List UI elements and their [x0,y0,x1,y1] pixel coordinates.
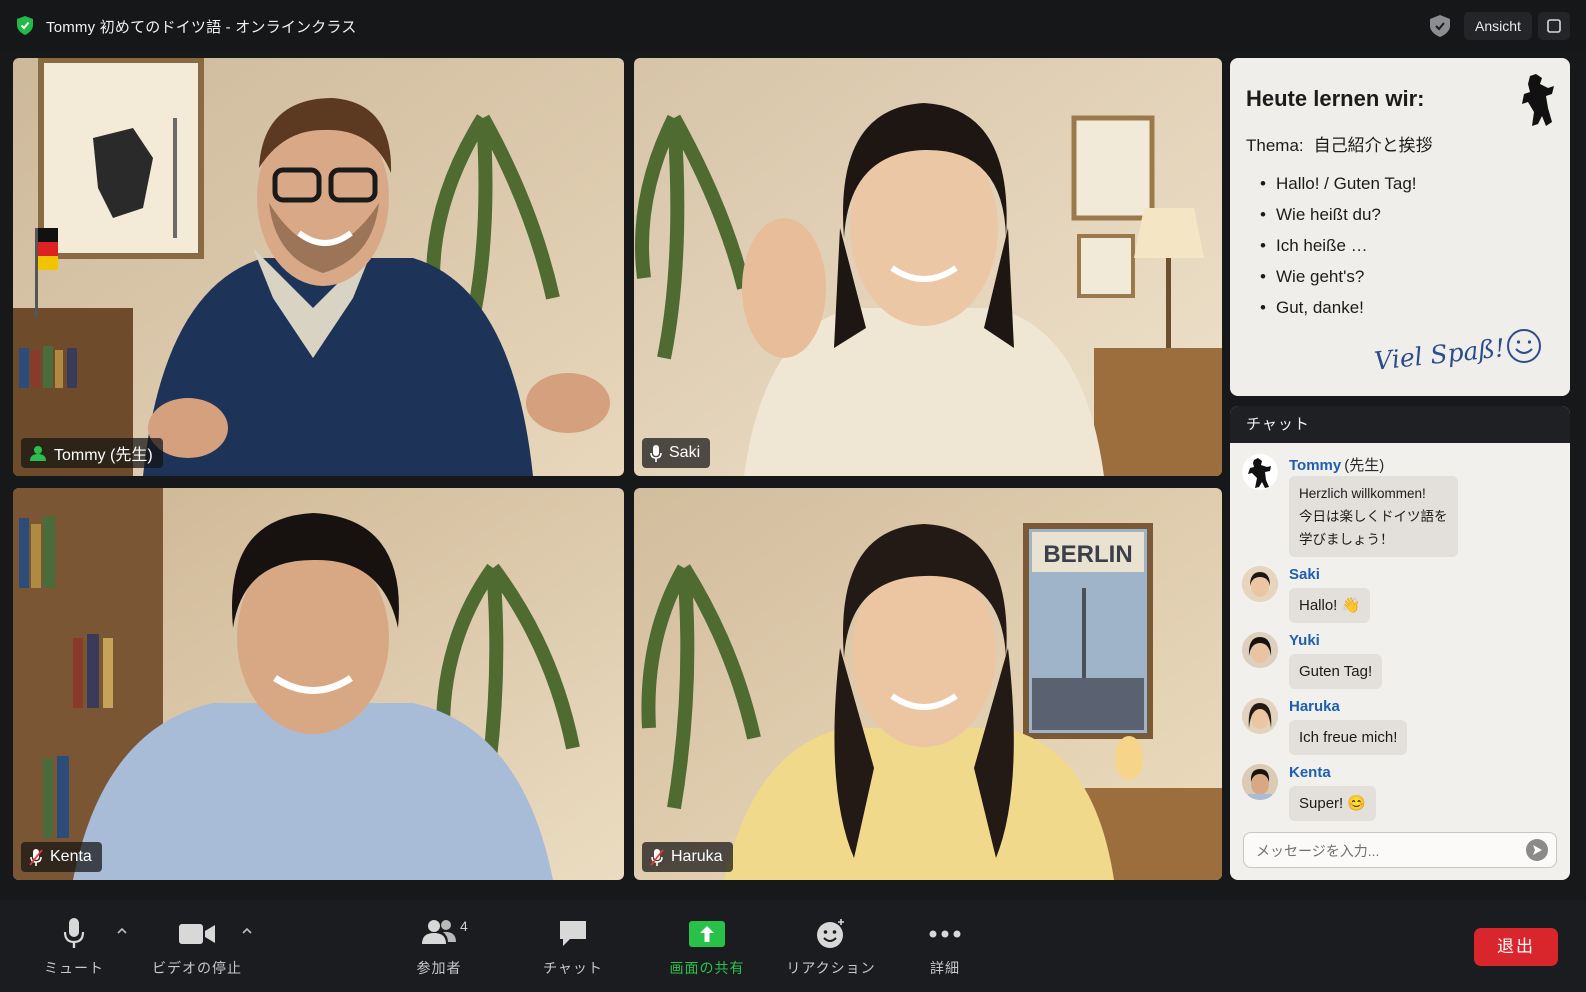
fullscreen-icon [1547,19,1561,33]
sender-name: Tommy [1289,457,1342,474]
phrase-item: Wie heißt du? [1246,199,1417,230]
smiley-icon [1507,329,1541,363]
participant-name: Haruka [671,848,723,865]
participants-icon [422,920,456,944]
participant-name-tag: Saki [642,438,711,468]
participant-count: 4 [460,918,468,934]
chat-button[interactable]: チャット [518,910,628,986]
chat-message-input[interactable] [1254,839,1520,863]
participant-name-tag: Tommy (先生) [21,438,163,468]
title-bar: Tommy 初めてのドイツ語 - オンラインクラス Ansicht [0,0,1586,52]
microphone-icon [650,444,662,462]
lesson-card: Heute lernen wir: Thema: 自己紹介と挨拶 Hallo! /… [1230,58,1570,396]
video-feed-saki [634,58,1222,476]
sender-role: (先生) [1344,457,1385,474]
lesson-heading: Heute lernen wir: [1246,86,1425,111]
video-tile-haruka[interactable]: BERLIN Haruka [634,488,1222,880]
chat-bubble-icon [560,921,586,946]
participant-name-tag: Kenta [21,842,102,872]
message-bubble: Hallo! 👋 [1289,588,1371,623]
kenta-avatar [1242,764,1278,800]
kenta-avatar-image [1242,764,1278,800]
sign-off-text: Viel Spaß! [1372,333,1507,376]
chevron-up-icon[interactable] [240,924,254,938]
microphone-muted-icon [29,848,43,866]
lesson-topic: Thema: 自己紹介と挨拶 [1246,131,1433,156]
message-sender: Haruka [1289,698,1340,715]
host-person-icon [30,446,46,461]
share-screen-arrow-icon [689,921,725,947]
stop-video-button[interactable]: ビデオの停止 [142,910,252,986]
chat-label: チャット [543,960,603,976]
microphone-muted-icon [650,848,664,866]
chat-input-wrapper [1243,832,1557,868]
saki-avatar [1242,566,1278,602]
message-bubble: Super! 😊 [1289,786,1377,821]
stop-video-label: ビデオの停止 [152,960,242,976]
video-tile-saki[interactable]: Saki [634,58,1222,476]
security-shield-icon [17,16,33,35]
share-screen-label: 画面の共有 [669,960,745,976]
shield-icon[interactable] [1430,15,1450,37]
reactions-label: リアクション [786,960,876,976]
leave-meeting-button[interactable]: 退出 [1474,928,1558,966]
more-button[interactable]: 詳細 [890,910,1000,986]
participant-name: Tommy (先生) [54,447,153,464]
video-feed-haruka: BERLIN [634,488,1222,880]
poster-berlin-text: BERLIN [1043,541,1132,568]
more-label: 詳細 [930,960,960,976]
mute-label: ミュート [44,960,104,976]
video-feed-kenta [13,488,624,880]
chat-header: チャット [1230,406,1570,443]
reaction-smiley-icon [817,919,844,948]
chat-panel: チャット Tommy (先生) Herzlich willkommen! 今日は楽… [1230,406,1570,880]
send-button[interactable] [1526,839,1548,861]
share-screen-button[interactable]: 画面の共有 [652,910,762,986]
mute-button[interactable]: ミュート [19,910,129,986]
fullscreen-button[interactable] [1538,12,1570,40]
message-bubble: Guten Tag! [1289,654,1383,689]
video-tile-tommy[interactable]: Tommy (先生) [13,58,624,476]
message-bubble: Herzlich willkommen! 今日は楽しくドイツ語を 学びましょう！ [1289,476,1458,557]
video-tile-kenta[interactable]: Kenta [13,488,624,880]
participant-name: Kenta [50,848,92,865]
video-feed-tommy [13,58,624,476]
haruka-avatar [1242,698,1278,734]
phrase-item: Gut, danke! [1246,292,1417,323]
microphone-icon [63,918,85,948]
participants-button[interactable]: 参加者 [384,910,494,986]
more-dots-icon [929,930,961,938]
yuki-avatar-image [1242,632,1278,668]
saki-avatar-image [1242,566,1278,602]
reactions-button[interactable]: リアクション [776,910,886,986]
send-arrow-icon [1533,845,1542,855]
phrase-item: Wie geht's? [1246,261,1417,292]
participants-label: 参加者 [416,960,462,976]
message-sender: Kenta [1289,764,1331,781]
video-camera-icon [179,924,215,944]
participant-name: Saki [669,444,701,461]
phrase-item: Ich heiße … [1246,230,1417,261]
view-button[interactable]: Ansicht [1464,12,1532,40]
message-bubble: Ich freue mich! [1289,720,1408,755]
phrase-list: Hallo! / Guten Tag! Wie heißt du? Ich he… [1246,168,1417,323]
berlin-bear-avatar [1242,454,1278,490]
topic-label: Thema: [1246,136,1304,155]
message-sender: Yuki [1289,632,1320,649]
haruka-avatar-image [1242,698,1278,734]
berlin-bear-icon [1248,458,1271,488]
chevron-up-icon[interactable] [115,924,129,938]
window-title: Tommy 初めてのドイツ語 - オンラインクラス [46,19,357,36]
message-sender: Saki [1289,566,1320,583]
phrase-item: Hallo! / Guten Tag! [1246,168,1417,199]
meeting-toolbar: ミュート ビデオの停止 参加者 4 チャット 画面の共有 リアクション 詳細 退… [0,900,1586,992]
yuki-avatar [1242,632,1278,668]
topic-value: 自己紹介と挨拶 [1313,136,1433,155]
berlin-bear-icon [1522,74,1554,126]
participant-name-tag: Haruka [642,842,733,872]
message-sender: Tommy (先生) [1289,454,1384,475]
